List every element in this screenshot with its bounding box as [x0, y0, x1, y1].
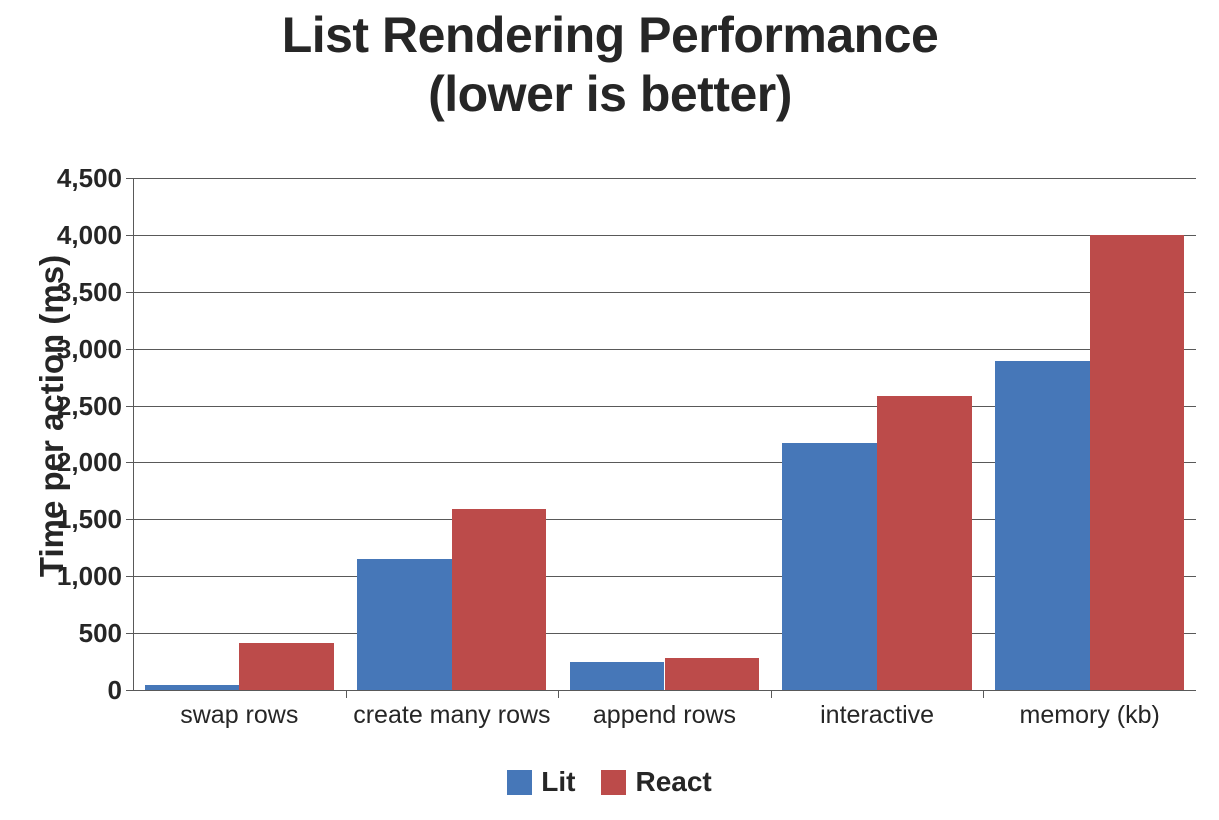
y-tick-mark-1000 [126, 576, 133, 578]
y-tick-mark-4000 [126, 234, 133, 236]
x-axis-label-create-many-rows: create many rows [353, 701, 551, 729]
legend-label-lit: Lit [541, 766, 576, 797]
bar-lit-swap-rows [144, 684, 240, 690]
legend-swatch-lit-icon [507, 769, 533, 795]
bar-lit-create-many-rows [357, 559, 452, 690]
y-tick-label-500: 500 [78, 618, 122, 649]
plot-area [126, 178, 1196, 698]
y-tick-label-2500: 2,500 [56, 390, 122, 421]
gridline-4000 [133, 234, 1196, 236]
bar-lit-interactive [782, 442, 878, 690]
x-tick-mark-4 [983, 690, 985, 698]
y-tick-label-1000: 1,000 [56, 561, 122, 592]
y-tick-mark-2500 [126, 405, 133, 407]
bar-react-append-rows [664, 658, 760, 690]
y-tick-label-3500: 3,500 [56, 276, 122, 307]
bar-react-swap-rows [239, 642, 334, 690]
y-tick-label-3000: 3,000 [56, 333, 122, 364]
y-tick-mark-0 [126, 690, 133, 691]
x-tick-mark-1 [345, 690, 347, 698]
x-axis-label-swap-rows: swap rows [180, 701, 299, 729]
x-axis-label-memory-kb-: memory (kb) [1019, 701, 1160, 729]
chart-legend: Lit React [0, 768, 1219, 796]
bar-react-create-many-rows [451, 509, 547, 690]
bar-lit-append-rows [569, 662, 665, 690]
bar-react-interactive [877, 396, 972, 690]
y-tick-label-4000: 4,000 [56, 219, 122, 250]
y-tick-mark-4500 [126, 178, 133, 179]
legend-label-react: React [635, 766, 712, 797]
bar-chart: List Rendering Performance (lower is bet… [0, 0, 1219, 820]
x-tick-mark-2 [558, 690, 560, 698]
legend-swatch-react-icon [601, 769, 627, 795]
x-axis-label-append-rows: append rows [592, 701, 737, 729]
gridline-3000 [133, 348, 1196, 350]
y-tick-label-1500: 1,500 [56, 504, 122, 535]
y-tick-mark-3000 [126, 348, 133, 350]
y-tick-mark-1500 [126, 519, 133, 521]
y-tick-label-4500: 4,500 [56, 163, 122, 193]
gridline-0 [133, 690, 1196, 691]
y-tick-label-0: 0 [107, 675, 122, 705]
y-tick-label-2000: 2,000 [56, 447, 122, 478]
bar-lit-memory-kb- [995, 360, 1090, 690]
y-tick-mark-2000 [126, 462, 133, 464]
x-axis-label-interactive: interactive [820, 701, 935, 729]
y-tick-mark-3500 [126, 291, 133, 293]
y-tick-mark-500 [126, 633, 133, 635]
gridline-4500 [133, 178, 1196, 179]
bar-react-memory-kb- [1089, 234, 1185, 690]
legend-item-react[interactable]: React [601, 766, 712, 797]
legend-item-lit[interactable]: Lit [507, 768, 575, 796]
y-axis-line [133, 178, 134, 690]
gridline-3500 [133, 291, 1196, 293]
chart-title: List Rendering Performance (lower is bet… [281, 7, 939, 122]
x-tick-mark-3 [770, 690, 772, 698]
